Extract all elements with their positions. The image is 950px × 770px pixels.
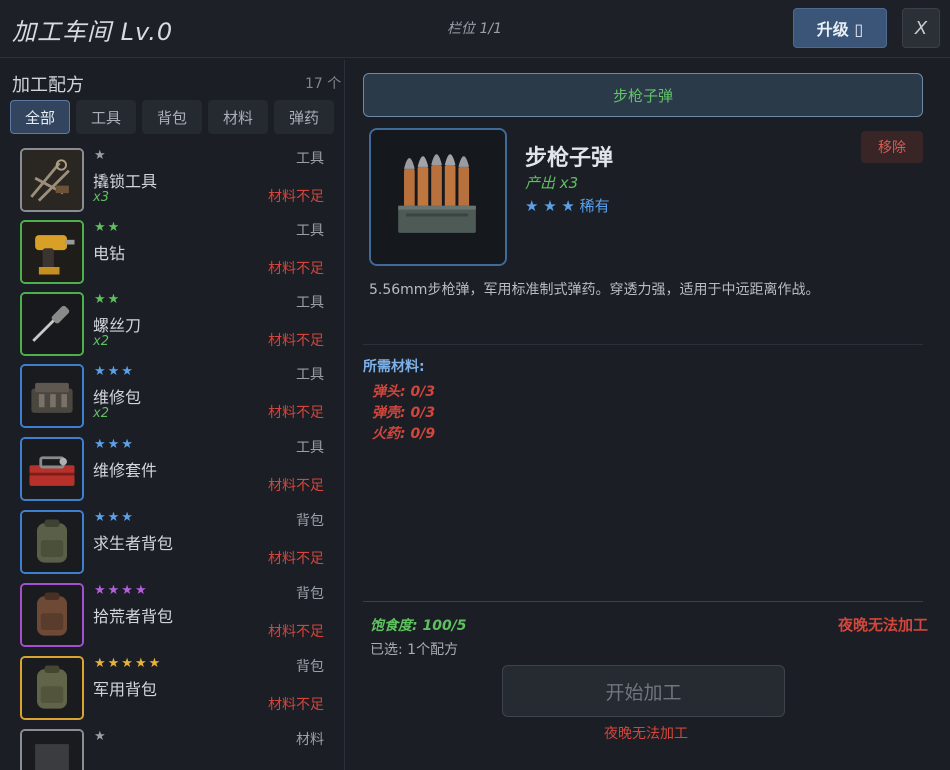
- recipe-quantity: x2: [93, 334, 109, 349]
- recipe-quantity: x2: [93, 406, 109, 421]
- recipes-count: 17 个: [305, 76, 342, 92]
- recipe-category: 工具: [296, 367, 324, 383]
- toolbox-icon: [20, 437, 84, 501]
- recipe-category: 工具: [296, 151, 324, 167]
- rarity-stars: ★★★: [94, 364, 135, 379]
- recipe-panel: 加工配方 17 个 全部 工具 背包 材料 弹药 ★ 撬锁工具 x3 工具 材料…: [0, 60, 344, 770]
- slot-indicator: 栏位 1/1: [447, 21, 502, 37]
- upgrade-button[interactable]: 升级 ▯: [793, 8, 887, 48]
- rarity-stars: ★: [94, 148, 108, 163]
- rarity-stars: ★★★★: [94, 583, 149, 598]
- recipe-item-military-backpack[interactable]: ★★★★★ 军用背包 背包 材料不足: [20, 656, 330, 728]
- recipes-title: 加工配方: [12, 75, 84, 96]
- satiety-value: 饱食度: 100/5: [370, 618, 467, 634]
- recipe-category: 工具: [296, 223, 324, 239]
- recipe-name: 求生者背包: [93, 534, 174, 553]
- material-requirement: 火药: 0/9: [372, 426, 436, 442]
- tab-backpacks[interactable]: 背包: [142, 100, 202, 134]
- backpack-icon: [20, 656, 84, 720]
- recipe-item-scavenger-backpack[interactable]: ★★★★ 拾荒者背包 背包 材料不足: [20, 583, 330, 655]
- header-bar: 加工车间 Lv.0 栏位 1/1 升级 ▯ X: [0, 0, 950, 58]
- backpack-icon: [20, 510, 84, 574]
- recipe-category: 背包: [296, 586, 324, 602]
- selected-count: 已选: 1个配方: [370, 642, 459, 658]
- recipe-status: 材料不足: [268, 405, 324, 421]
- item-name: 步枪子弹: [525, 146, 614, 171]
- recipe-category: 背包: [296, 513, 324, 529]
- recipe-item-repair-bag[interactable]: ★★★ 维修包 x2 工具 材料不足: [20, 364, 330, 436]
- recipe-status: 材料不足: [268, 261, 324, 277]
- selected-recipe-bar[interactable]: 步枪子弹: [363, 73, 923, 117]
- material-icon: [20, 729, 84, 770]
- recipe-name: 螺丝刀: [93, 316, 142, 335]
- backpack-icon: [20, 583, 84, 647]
- recipe-status: 材料不足: [268, 333, 324, 349]
- rarity-stars: ★★★: [94, 510, 135, 525]
- category-tabs: 全部 工具 背包 材料 弹药: [10, 100, 334, 134]
- recipe-item-lockpick[interactable]: ★ 撬锁工具 x3 工具 材料不足: [20, 148, 330, 220]
- recipe-item-screwdriver[interactable]: ★★ 螺丝刀 x2 工具 材料不足: [20, 292, 330, 364]
- recipe-status: 材料不足: [268, 189, 324, 205]
- recipe-item-survivor-backpack[interactable]: ★★★ 求生者背包 背包 材料不足: [20, 510, 330, 582]
- recipe-category: 工具: [296, 440, 324, 456]
- rarity-stars: ★★: [94, 220, 122, 235]
- rifle-ammo-icon: [369, 128, 507, 266]
- remove-button[interactable]: 移除: [861, 131, 923, 163]
- drill-icon: [20, 220, 84, 284]
- recipe-item-material[interactable]: ★ 材料: [20, 729, 330, 770]
- tab-all[interactable]: 全部: [10, 100, 70, 134]
- start-hint: 夜晚无法加工: [604, 726, 688, 742]
- recipe-name: 维修包: [93, 388, 142, 407]
- recipe-status: 材料不足: [268, 551, 324, 567]
- material-requirement: 弹头: 0/3: [372, 384, 436, 400]
- recipe-name: 撬锁工具: [93, 172, 158, 191]
- recipe-name: 电钻: [93, 244, 126, 263]
- rarity-stars: ★★: [94, 292, 122, 307]
- tab-tools[interactable]: 工具: [76, 100, 136, 134]
- rarity-stars: ★★★: [94, 437, 135, 452]
- tab-ammo[interactable]: 弹药: [274, 100, 334, 134]
- recipe-item-drill[interactable]: ★★ 电钻 工具 材料不足: [20, 220, 330, 292]
- panel-divider: [344, 60, 345, 770]
- repair-kit-icon: [20, 364, 84, 428]
- close-button[interactable]: X: [902, 8, 940, 48]
- recipe-status: 材料不足: [268, 697, 324, 713]
- material-requirement: 弹壳: 0/3: [372, 405, 436, 421]
- screwdriver-icon: [20, 292, 84, 356]
- start-crafting-button[interactable]: 开始加工: [502, 665, 785, 717]
- footer-divider: [363, 601, 923, 602]
- section-divider: [363, 344, 923, 345]
- recipe-name: 拾荒者背包: [93, 607, 174, 626]
- recipe-list: ★ 撬锁工具 x3 工具 材料不足 ★★ 电钻 工具 材料不足 ★★ 螺丝刀 x…: [20, 148, 330, 770]
- recipe-category: 材料: [296, 732, 324, 748]
- recipe-item-repair-set[interactable]: ★★★ 维修套件 工具 材料不足: [20, 437, 330, 509]
- night-warning: 夜晚无法加工: [838, 616, 929, 634]
- rarity-stars: ★★★★★: [94, 656, 163, 671]
- recipe-status: 材料不足: [268, 478, 324, 494]
- recipe-category: 工具: [296, 295, 324, 311]
- recipe-category: 背包: [296, 659, 324, 675]
- recipe-name: 维修套件: [93, 461, 158, 480]
- item-rarity: ★ ★ ★ 稀有: [525, 197, 610, 215]
- item-output: 产出 x3: [525, 174, 579, 192]
- tab-materials[interactable]: 材料: [208, 100, 268, 134]
- materials-title: 所需材料:: [363, 359, 425, 375]
- lockpick-icon: [20, 148, 84, 212]
- workshop-title: 加工车间 Lv.0: [12, 18, 174, 46]
- recipe-name: 军用背包: [93, 680, 158, 699]
- recipe-status: 材料不足: [268, 624, 324, 640]
- rarity-stars: ★: [94, 729, 108, 744]
- recipe-quantity: x3: [93, 190, 109, 205]
- item-description: 5.56mm步枪弹，军用标准制式弹药。穿透力强，适用于中远距离作战。: [369, 282, 820, 298]
